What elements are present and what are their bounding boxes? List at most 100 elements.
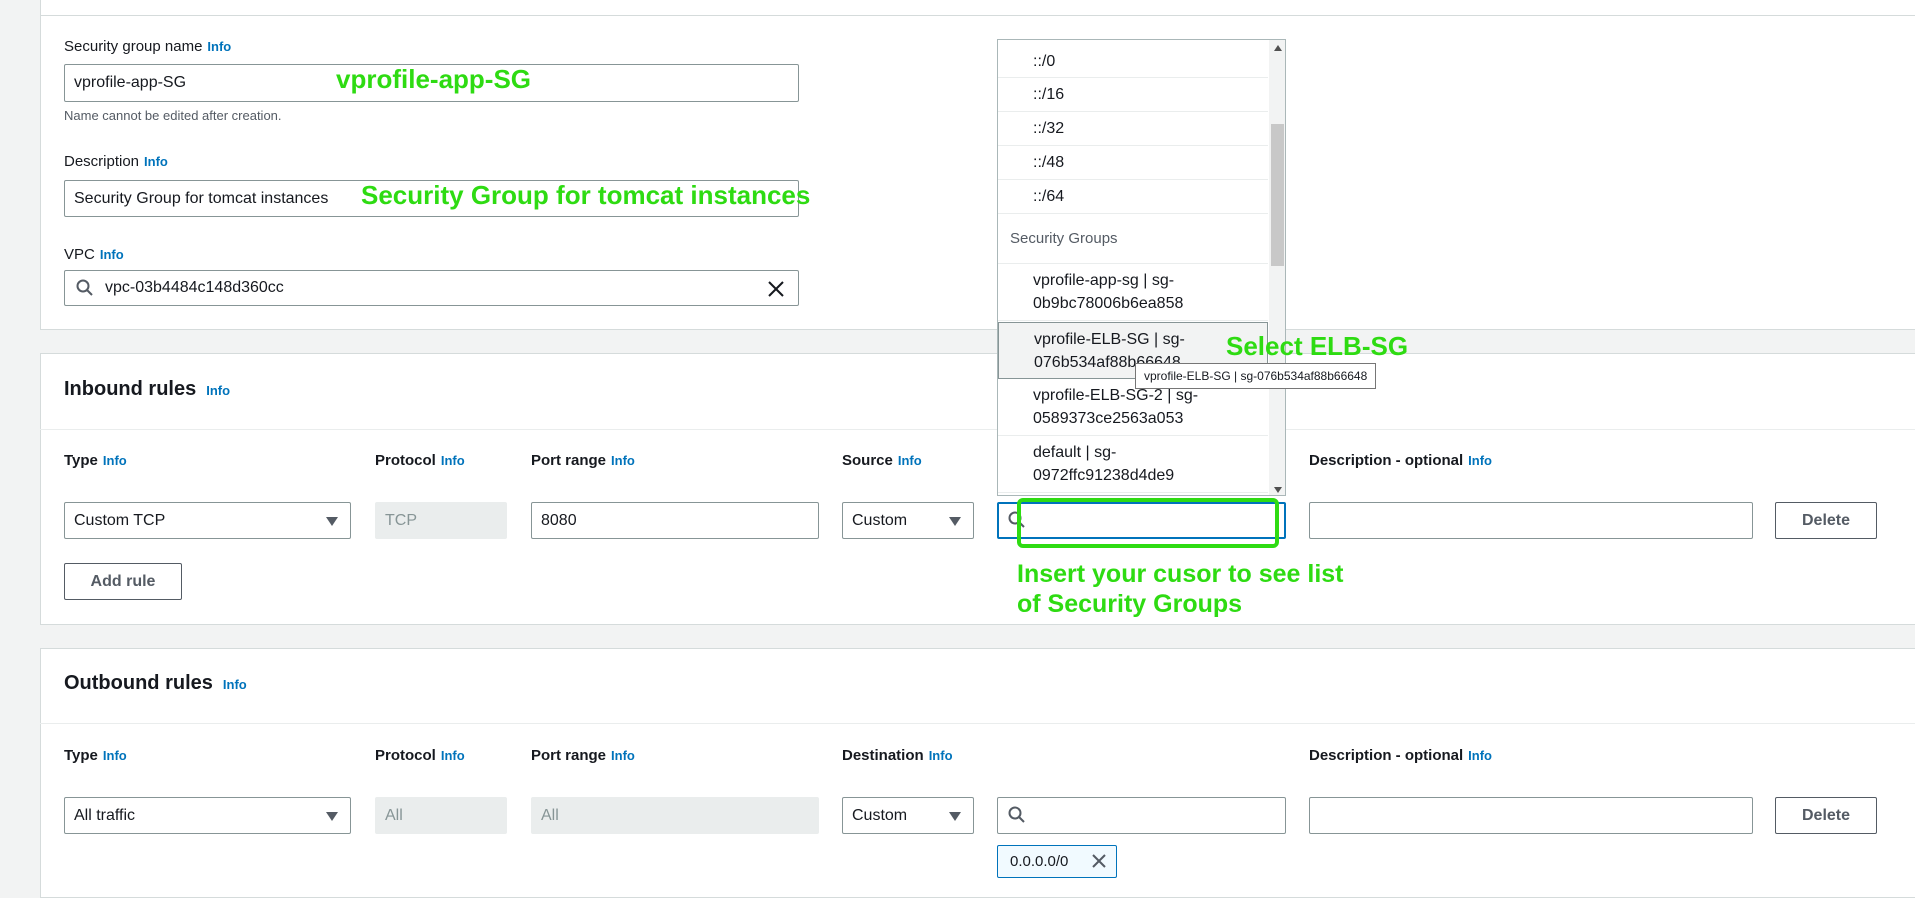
description-value: Security Group for tomcat instances	[74, 189, 329, 207]
col-desc-text: Description - optional	[1309, 452, 1464, 469]
vpc-label: VPC Info	[64, 246, 124, 263]
dropdown-option-cidr[interactable]: ::/16	[998, 78, 1268, 112]
col-desc-info[interactable]: Info	[1468, 748, 1492, 763]
dropdown-scrollbar[interactable]	[1269, 40, 1285, 495]
inbound-protocol-field: TCP	[375, 502, 507, 539]
description-info-link[interactable]: Info	[144, 154, 168, 169]
col-desc-text: Description - optional	[1309, 747, 1464, 764]
inbound-source-select[interactable]: Custom	[842, 502, 974, 539]
inbound-col-type: Type Info	[64, 452, 127, 469]
scrollbar-thumb[interactable]	[1271, 124, 1284, 266]
outbound-dest-search[interactable]	[997, 797, 1286, 834]
scroll-down-icon[interactable]	[1273, 486, 1283, 494]
annotation-line2: of Security Groups	[1017, 590, 1243, 618]
vpc-info-link[interactable]: Info	[100, 247, 124, 262]
divider	[40, 723, 1915, 724]
outbound-port-field: All	[531, 797, 819, 834]
outbound-dest-select[interactable]: Custom	[842, 797, 974, 834]
dropdown-option-cidr[interactable]: ::/48	[998, 146, 1268, 180]
inbound-col-desc: Description - optional Info	[1309, 452, 1492, 469]
col-protocol-info[interactable]: Info	[441, 748, 465, 763]
sg-option-line1: default | sg-	[1033, 444, 1117, 461]
inbound-rules-panel	[40, 353, 1915, 625]
col-protocol-info[interactable]: Info	[441, 453, 465, 468]
sg-name-value: vprofile-app-SG	[74, 74, 187, 91]
inbound-port-input[interactable]: 8080	[531, 502, 819, 539]
outbound-port-value: All	[541, 806, 559, 824]
col-port-info[interactable]: Info	[611, 453, 635, 468]
annotation-insert-cursor: Insert your cusor to see list of Security…	[1017, 559, 1344, 619]
dropdown-group-header: Security Groups	[998, 214, 1268, 264]
inbound-delete-button[interactable]: Delete	[1775, 502, 1877, 539]
outbound-delete-button[interactable]: Delete	[1775, 797, 1877, 834]
col-type-info[interactable]: Info	[103, 453, 127, 468]
col-port-text: Port range	[531, 747, 607, 764]
search-icon	[1008, 806, 1025, 823]
inbound-title-text: Inbound rules	[64, 378, 197, 400]
outbound-col-desc: Description - optional Info	[1309, 747, 1492, 764]
inbound-col-protocol: Protocol Info	[375, 452, 465, 469]
caret-down-icon	[949, 516, 961, 526]
cidr-token-value: 0.0.0.0/0	[1010, 853, 1069, 870]
outbound-title: Outbound rules Info	[64, 672, 247, 695]
description-label: Description Info	[64, 153, 168, 170]
vpc-label-text: VPC	[64, 246, 95, 263]
inbound-source-value: Custom	[852, 511, 908, 529]
cidr-option-text: ::/16	[1033, 86, 1065, 103]
caret-down-icon	[326, 811, 338, 821]
source-dropdown-list[interactable]: ::/0 ::/16 ::/32 ::/48 ::/64 Security Gr…	[997, 39, 1286, 496]
cidr-option-text: ::/0	[1033, 53, 1056, 70]
description-label-text: Description	[64, 153, 140, 170]
annotation-name: vprofile-app-SG	[336, 64, 532, 94]
inbound-info-link[interactable]: Info	[206, 383, 230, 398]
cidr-option-text: ::/48	[1033, 154, 1065, 171]
annotation-select-elb: Select ELB-SG	[1226, 331, 1409, 361]
outbound-description-input[interactable]	[1309, 797, 1753, 834]
col-desc-info[interactable]: Info	[1468, 453, 1492, 468]
close-icon[interactable]	[1091, 853, 1107, 869]
cidr-option-text: ::/64	[1033, 188, 1065, 205]
inbound-type-select[interactable]: Custom TCP	[64, 502, 351, 539]
annotation-highlight-box	[1017, 498, 1279, 548]
outbound-type-select[interactable]: All traffic	[64, 797, 351, 834]
add-rule-button[interactable]: Add rule	[64, 563, 182, 600]
cidr-option-text: ::/32	[1033, 120, 1065, 137]
outbound-rules-panel	[40, 648, 1915, 898]
col-dest-text: Destination	[842, 747, 924, 764]
dropdown-option-sg[interactable]: default | sg- 0972ffc91238d4de9	[998, 436, 1268, 493]
tooltip-text: vprofile-ELB-SG | sg-076b534af88b66648	[1144, 369, 1368, 383]
inbound-description-input[interactable]	[1309, 502, 1753, 539]
vpc-select[interactable]: vpc-03b4484c148d360cc	[64, 270, 799, 306]
sg-name-label: Security group name Info	[64, 38, 231, 55]
inbound-col-port: Port range Info	[531, 452, 635, 469]
outbound-col-port: Port range Info	[531, 747, 635, 764]
dropdown-option-cidr[interactable]: ::/0	[998, 45, 1268, 78]
col-type-info[interactable]: Info	[103, 748, 127, 763]
col-type-text: Type	[64, 452, 98, 469]
divider	[40, 429, 1915, 430]
outbound-protocol-value: All	[385, 806, 403, 824]
dropdown-option-sg[interactable]: vprofile-app-sg | sg- 0b9bc78006b6ea858	[998, 264, 1268, 321]
scroll-up-icon[interactable]	[1273, 44, 1283, 52]
outbound-info-link[interactable]: Info	[223, 677, 247, 692]
inbound-title: Inbound rules Info	[64, 378, 230, 401]
col-dest-info[interactable]: Info	[929, 748, 953, 763]
sg-name-info-link[interactable]: Info	[207, 39, 231, 54]
sg-option-line2: 0589373ce2563a053	[1033, 410, 1184, 427]
outbound-dest-value: Custom	[852, 806, 908, 824]
col-source-info[interactable]: Info	[898, 453, 922, 468]
sg-option-line1: vprofile-app-sg | sg-	[1033, 272, 1175, 289]
sg-option-line2: 0b9bc78006b6ea858	[1033, 295, 1184, 312]
dropdown-option-cidr[interactable]: ::/64	[998, 180, 1268, 214]
vpc-value: vpc-03b4484c148d360cc	[105, 279, 284, 296]
outbound-title-text: Outbound rules	[64, 672, 213, 694]
col-protocol-text: Protocol	[375, 452, 436, 469]
sg-name-label-text: Security group name	[64, 38, 203, 55]
clear-icon[interactable]	[767, 280, 785, 298]
outbound-col-type: Type Info	[64, 747, 127, 764]
col-port-info[interactable]: Info	[611, 748, 635, 763]
group-header-text: Security Groups	[1010, 230, 1118, 247]
dropdown-option-cidr[interactable]: ::/32	[998, 112, 1268, 146]
outbound-protocol-field: All	[375, 797, 507, 834]
search-icon	[76, 279, 93, 296]
